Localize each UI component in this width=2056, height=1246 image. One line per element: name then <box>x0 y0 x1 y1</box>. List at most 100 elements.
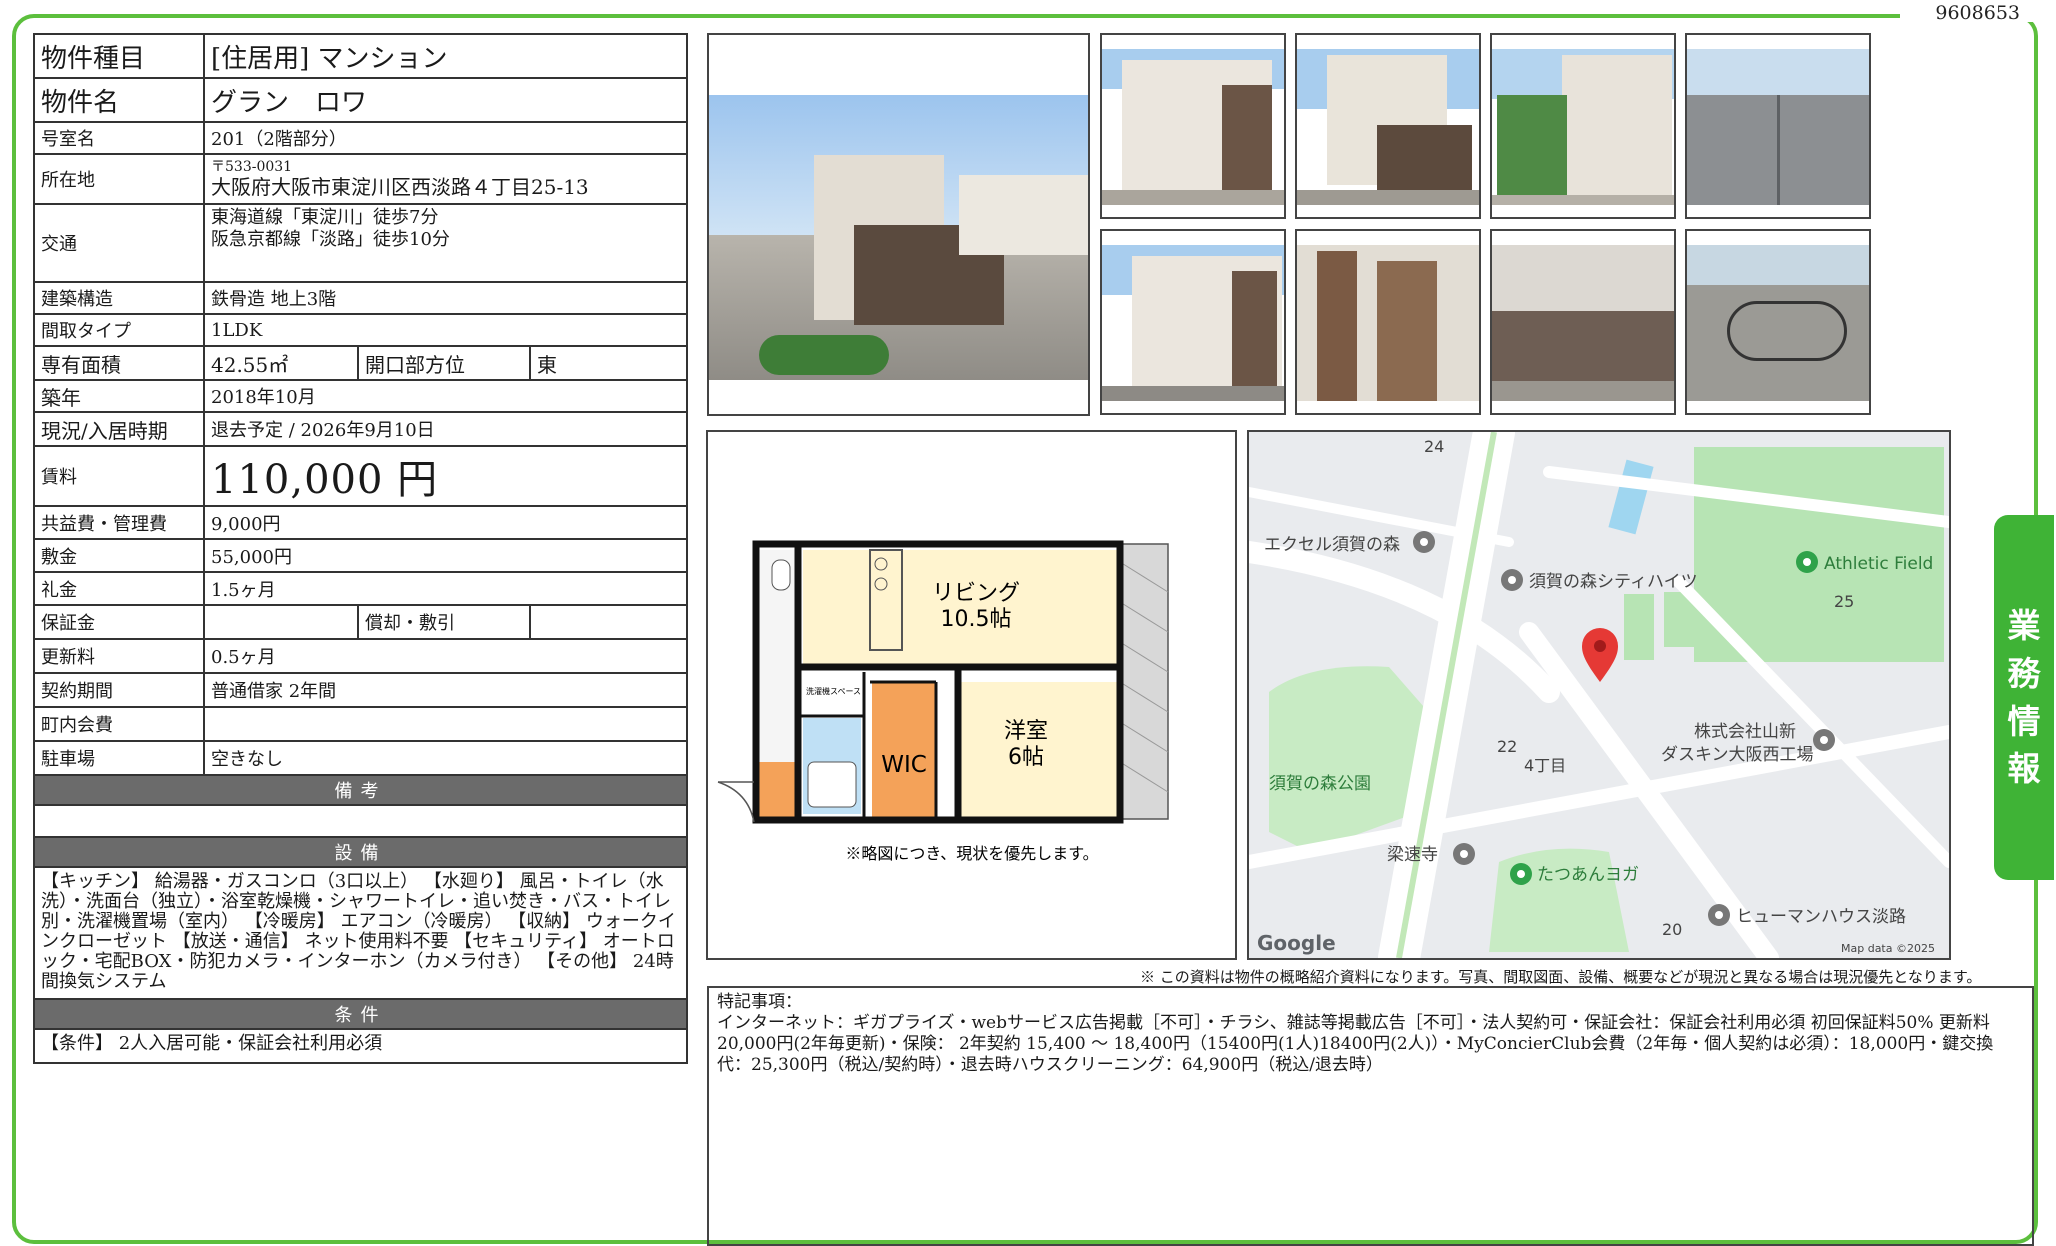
notes-text: インターネット：ギガプライズ・webサービス広告掲載［不可］・チラシ、雑誌等掲載… <box>717 1013 1994 1075</box>
living-room-label: リビング <box>932 581 1020 606</box>
thumbnail-photo[interactable] <box>1685 229 1871 415</box>
name-label: 物件名 <box>33 77 205 123</box>
map-number: 24 <box>1424 437 1444 456</box>
contract-value: 普通借家 2年間 <box>202 672 689 708</box>
photo-ground <box>1102 190 1284 205</box>
map-number: 20 <box>1662 920 1682 939</box>
tab-char: 情 <box>2007 701 2041 741</box>
built-value: 2018年10月 <box>202 379 689 413</box>
transport-label: 交通 <box>33 203 205 283</box>
main-photo[interactable] <box>707 33 1090 416</box>
tab-char: 業 <box>2007 605 2041 645</box>
document-number: 9608653 <box>1935 2 2020 24</box>
area-value: 42.55㎡ <box>203 345 359 381</box>
google-logo: Google <box>1257 931 1336 955</box>
fee-value: 9,000円 <box>202 505 689 540</box>
community-fee-label: 町内会費 <box>33 706 205 742</box>
layout-label: 間取タイプ <box>33 313 205 347</box>
map-copyright: Map data ©2025 <box>1841 942 1935 955</box>
thumbnail-photo[interactable] <box>1490 229 1676 415</box>
built-label: 築年 <box>33 379 205 413</box>
type-label: 物件種目 <box>33 33 205 79</box>
thumbnail-photo[interactable] <box>1100 33 1286 219</box>
photo-sky <box>1687 245 1869 285</box>
photo-shrubs <box>759 335 889 375</box>
amortization-label: 償却・敷引 <box>357 604 531 640</box>
photo-door <box>1317 251 1357 401</box>
bicycle-icon <box>1727 301 1847 361</box>
transport-line: 阪急京都線「淡路」徒歩10分 <box>211 228 450 250</box>
status-label: 現況/入居時期 <box>33 411 205 447</box>
remarks-header: 備考 <box>32 774 689 806</box>
room-value: 201（2階部分） <box>202 121 689 155</box>
conditions-text: 【条件】 2人入居可能・保証会社利用必須 <box>32 1028 689 1064</box>
map-label: ヒューマンハウス淡路 <box>1736 907 1906 927</box>
key-money-value: 1.5ヶ月 <box>202 571 689 606</box>
fee-label: 共益費・管理費 <box>33 505 205 540</box>
photo-ground <box>1297 190 1479 205</box>
business-info-tab[interactable]: 業 務 情 報 <box>1994 515 2054 880</box>
direction-value: 東 <box>528 345 689 381</box>
deposit-label: 敷金 <box>33 538 205 573</box>
property-table: 物件種目 [住居用] マンション 物件名 グラン ロワ 号室名 201（2階部分… <box>32 33 689 1064</box>
structure-label: 建築構造 <box>33 281 205 315</box>
thumbnail-photo[interactable] <box>1490 33 1676 219</box>
map-label: ダスキン大阪西工場 <box>1661 745 1814 765</box>
thumbnail-photo[interactable] <box>1295 229 1481 415</box>
address-cell: 〒533-0031 大阪府大阪市東淀川区西淡路４丁目25-13 <box>202 153 689 205</box>
rent-value: 110,000 円 <box>202 445 689 507</box>
map-label: たつあんヨガ <box>1537 865 1639 885</box>
location-map[interactable]: エクセル須賀の森 須賀の森シティハイツ Athletic Field 株式会社山… <box>1247 430 1951 960</box>
contract-label: 契約期間 <box>33 672 205 708</box>
thumbnail-photo[interactable] <box>1100 229 1286 415</box>
thumbnail-photo[interactable] <box>1685 33 1871 219</box>
special-notes: 特記事項： インターネット：ギガプライズ・webサービス広告掲載［不可］・チラシ… <box>707 986 2034 1246</box>
parking-value: 空きなし <box>202 740 689 776</box>
floorplan-drawing: リビング 10.5帖 洋室 6帖 WIC 洗濯機スペース ※略図につき、現状を優… <box>717 540 1169 863</box>
postal-code: 〒533-0031 <box>211 158 293 175</box>
photo-divider <box>1777 95 1780 205</box>
tab-char: 報 <box>2007 749 2041 789</box>
room-label: 号室名 <box>33 121 205 155</box>
layout-value: 1LDK <box>202 313 689 347</box>
photo-facade <box>1222 85 1272 190</box>
community-fee-value <box>202 706 689 742</box>
floorplan-panel[interactable]: リビング 10.5帖 洋室 6帖 WIC 洗濯機スペース ※略図につき、現状を優… <box>706 430 1237 960</box>
conditions-header: 条件 <box>32 998 689 1030</box>
map-label: 4丁目 <box>1524 756 1566 775</box>
area-label: 専有面積 <box>33 345 205 381</box>
type-value: [住居用] マンション <box>202 33 689 79</box>
map-label: 株式会社山新 <box>1694 722 1796 742</box>
thumbnail-photo[interactable] <box>1295 33 1481 219</box>
map-label: 須賀の森公園 <box>1269 774 1371 794</box>
amortization-value <box>528 604 689 640</box>
map-drawing: エクセル須賀の森 須賀の森シティハイツ Athletic Field 株式会社山… <box>1249 432 1949 958</box>
photo-building <box>1562 55 1672 195</box>
parking-label: 駐車場 <box>33 740 205 776</box>
transport-line: 東海道線「東淀川」徒歩7分 <box>211 207 439 228</box>
guarantee-label: 保証金 <box>33 604 205 640</box>
disclaimer: ※ この資料は物件の概略紹介資料になります。写真、間取図面、設備、概要などが現況… <box>1140 968 1982 986</box>
transport-cell: 東海道線「東淀川」徒歩7分 阪急京都線「淡路」徒歩10分 <box>202 203 689 283</box>
photo-gate <box>1377 125 1472 195</box>
address-label: 所在地 <box>33 153 205 205</box>
photo-sky <box>1687 49 1869 99</box>
name-value: グラン ロワ <box>202 77 689 123</box>
notes-title: 特記事項： <box>717 992 802 1012</box>
status-value: 退去予定 / 2026年9月10日 <box>202 411 689 447</box>
deposit-value: 55,000円 <box>202 538 689 573</box>
map-number: 22 <box>1497 737 1517 756</box>
address-value: 大阪府大阪市東淀川区西淡路４丁目25-13 <box>211 175 589 200</box>
photo-neighbor <box>959 175 1088 255</box>
map-label: Athletic Field <box>1824 554 1933 574</box>
tab-char: 務 <box>2007 653 2041 693</box>
photo-ground <box>1492 381 1674 401</box>
floorplan-caption: ※略図につき、現状を優先します。 <box>845 844 1098 863</box>
wic-label: WIC <box>881 752 927 778</box>
laundry-label: 洗濯機スペース <box>806 686 861 696</box>
facilities-text: 【キッチン】 給湯器・ガスコンロ（3口以上） 【水廻り】 風呂・トイレ（水洗）・… <box>32 866 689 1000</box>
rent-label: 賃料 <box>33 445 205 507</box>
direction-label: 開口部方位 <box>357 345 531 381</box>
key-money-label: 礼金 <box>33 571 205 606</box>
map-label: エクセル須賀の森 <box>1264 535 1400 555</box>
